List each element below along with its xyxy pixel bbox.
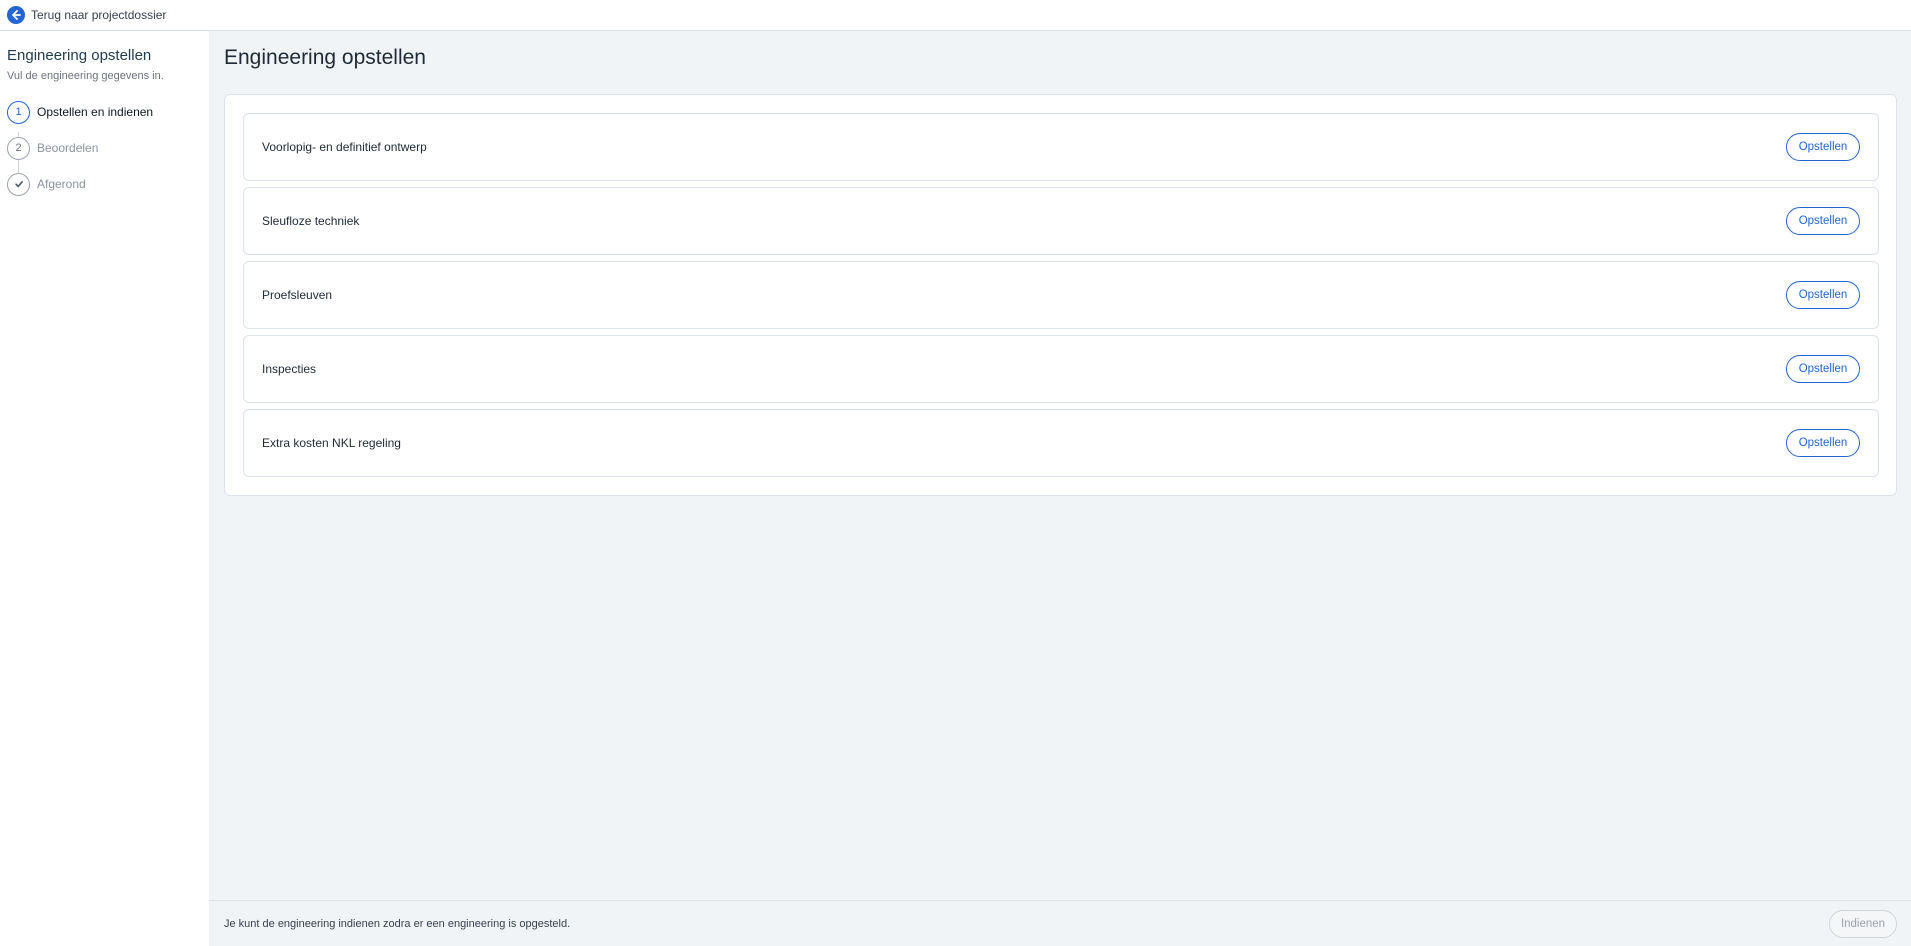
item-label: Extra kosten NKL regeling [262,436,401,450]
item-label: Proefsleuven [262,288,333,302]
footer-bar: Je kunt de engineering indienen zodra er… [209,900,1911,946]
step-afgerond: Afgerond [7,172,202,196]
opstellen-button[interactable]: Opstellen [1786,355,1860,383]
item-label: Sleufloze techniek [262,214,360,228]
list-item: Proefsleuven Opstellen [243,261,1879,329]
step-number: 2 [7,136,30,160]
list-item: Extra kosten NKL regeling Opstellen [243,409,1879,477]
step-label: Afgerond [37,177,86,191]
opstellen-button[interactable]: Opstellen [1786,133,1860,161]
check-icon [7,172,30,196]
step-opstellen: 1 Opstellen en indienen [7,100,202,124]
back-label: Terug naar projectdossier [31,8,167,22]
step-label: Opstellen en indienen [37,105,154,119]
stepper: 1 Opstellen en indienen 2 Beoordelen Afg… [7,100,202,196]
footer-message: Je kunt de engineering indienen zodra er… [224,917,571,930]
sidebar-title: Engineering opstellen [7,47,152,64]
step-label: Beoordelen [37,141,99,155]
arrow-left-icon [7,6,25,24]
top-bar: Terug naar projectdossier [0,0,1911,31]
step-beoordelen: 2 Beoordelen [7,136,202,160]
sidebar-subtitle: Vul de engineering gegevens in. [7,70,164,82]
item-label: Voorlopig- en definitief ontwerp [262,140,427,154]
opstellen-button[interactable]: Opstellen [1786,207,1860,235]
main-content: Engineering opstellen Voorlopig- en defi… [209,31,1911,900]
opstellen-button[interactable]: Opstellen [1786,429,1860,457]
list-item: Inspecties Opstellen [243,335,1879,403]
list-item: Voorlopig- en definitief ontwerp Opstell… [243,113,1879,181]
submit-button[interactable]: Indienen [1829,909,1897,938]
back-to-project-button[interactable]: Terug naar projectdossier [7,6,166,24]
list-item: Sleufloze techniek Opstellen [243,187,1879,255]
item-label: Inspecties [262,362,317,376]
sidebar: Engineering opstellen Vul de engineering… [0,31,209,946]
step-number: 1 [7,100,30,124]
opstellen-button[interactable]: Opstellen [1786,281,1860,309]
engineering-panel: Voorlopig- en definitief ontwerp Opstell… [224,94,1897,496]
page-title: Engineering opstellen [224,46,426,69]
